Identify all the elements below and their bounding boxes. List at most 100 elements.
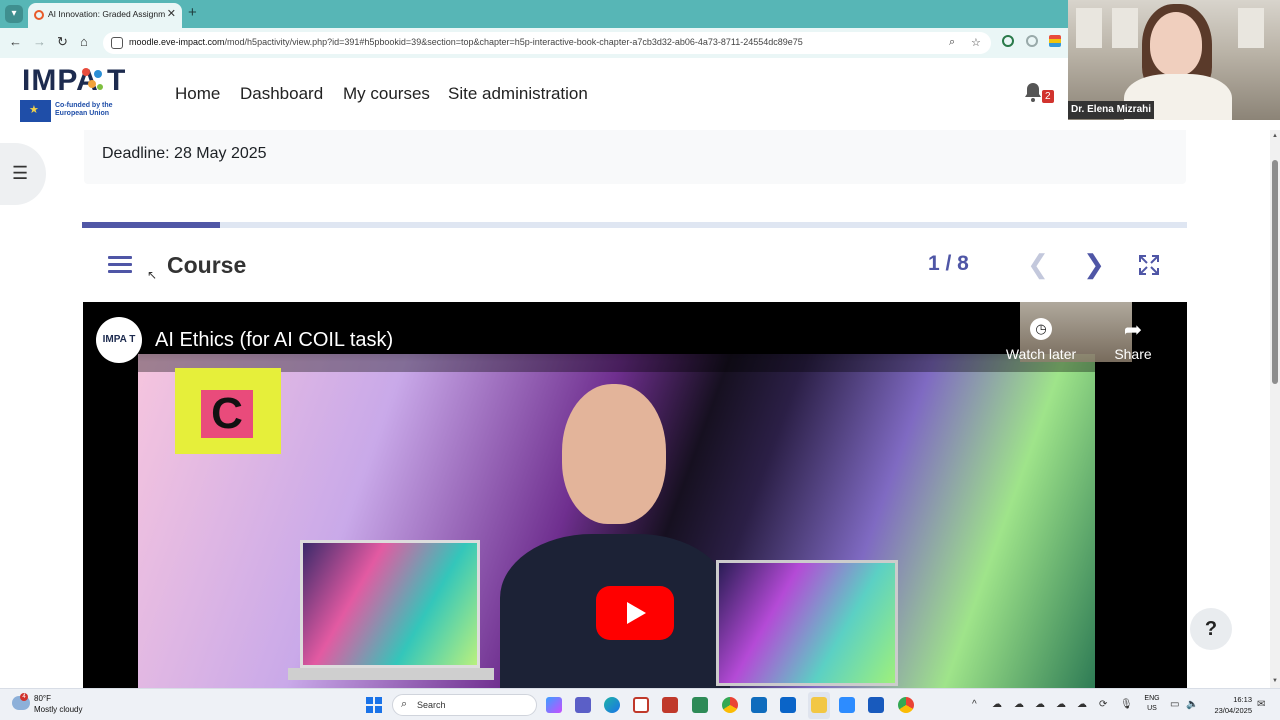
volume-icon[interactable]: 🔈 bbox=[1186, 699, 1198, 710]
input-language[interactable]: ENG US bbox=[1143, 694, 1161, 714]
mouse-cursor-icon: ↖ bbox=[147, 268, 158, 282]
bookmark-star-icon[interactable]: ☆ bbox=[971, 36, 981, 49]
extension-icon[interactable] bbox=[1002, 35, 1014, 47]
clock-icon: ◷ bbox=[1030, 318, 1052, 340]
office-icon[interactable] bbox=[662, 697, 678, 713]
youtube-embed[interactable]: C IMPA T AI Ethics (for AI COIL task) ◷ … bbox=[83, 302, 1187, 688]
show-hidden-icons-icon[interactable]: ^ bbox=[972, 699, 977, 710]
windows-start-icon[interactable] bbox=[366, 697, 382, 713]
scroll-up-icon[interactable]: ▲ bbox=[1272, 133, 1278, 139]
windows-taskbar: 4 80°F Mostly cloudy ⌕ Search ^ ☁ ☁ ☁ ☁ … bbox=[0, 688, 1280, 720]
search-label: Search bbox=[417, 700, 446, 710]
new-tab-icon[interactable]: + bbox=[188, 4, 197, 21]
notifications-icon[interactable]: ✉ bbox=[1257, 699, 1265, 710]
onedrive-icon[interactable]: ☁ bbox=[1035, 699, 1045, 710]
chrome-profile-icon[interactable] bbox=[898, 697, 914, 713]
background-window bbox=[1238, 8, 1264, 48]
webcam-video: Dr. Elena Mizrahi bbox=[1068, 0, 1280, 120]
watch-later-label: Watch later bbox=[1005, 346, 1077, 362]
teams-icon[interactable] bbox=[575, 697, 591, 713]
logo-molecule-icon bbox=[82, 68, 103, 90]
forward-icon[interactable]: → bbox=[33, 34, 46, 49]
help-button[interactable]: ? bbox=[1190, 608, 1232, 650]
thumbnail-tablet bbox=[716, 560, 898, 686]
fullscreen-icon[interactable] bbox=[1138, 254, 1160, 276]
book-menu-button[interactable] bbox=[108, 256, 132, 274]
share-label: Share bbox=[1114, 346, 1152, 362]
browser-tab-bar: ▾ AI Innovation: Graded Assignm ✕ + bbox=[0, 0, 1068, 28]
book-progress-fill bbox=[82, 222, 221, 228]
presenter-face bbox=[1150, 12, 1202, 76]
nav-home[interactable]: Home bbox=[175, 84, 220, 104]
notification-bell-icon[interactable] bbox=[1024, 82, 1042, 102]
extensions-menu-icon[interactable] bbox=[1049, 35, 1061, 47]
sync-icon[interactable]: ⟳ bbox=[1099, 699, 1107, 710]
todo-icon[interactable] bbox=[751, 697, 767, 713]
chrome-icon[interactable] bbox=[722, 697, 738, 713]
notification-count-badge: 2 bbox=[1042, 90, 1054, 103]
url-text: moodle.eve-impact.com/mod/h5pactivity/vi… bbox=[129, 37, 803, 47]
background-window bbox=[1076, 8, 1102, 48]
funding-text: Co-funded by the European Union bbox=[55, 102, 113, 117]
onedrive-icon[interactable]: ☁ bbox=[1077, 699, 1087, 710]
snipping-tool-icon[interactable] bbox=[633, 697, 649, 713]
scroll-down-icon[interactable]: ▼ bbox=[1272, 678, 1278, 684]
microphone-icon[interactable]: 🎙 bbox=[1120, 699, 1133, 710]
course-index-toggle[interactable]: ☰ bbox=[0, 143, 46, 205]
onedrive-icon[interactable]: ☁ bbox=[1014, 699, 1024, 710]
close-tab-icon[interactable]: ✕ bbox=[167, 7, 176, 20]
nav-my-courses[interactable]: My courses bbox=[343, 84, 430, 104]
background-window bbox=[1112, 8, 1138, 48]
weather-temperature[interactable]: 80°F bbox=[34, 694, 51, 703]
search-icon: ⌕ bbox=[401, 698, 408, 710]
reload-icon[interactable]: ↻ bbox=[57, 34, 68, 50]
system-clock[interactable]: 16:13 23/04/2025 bbox=[1208, 694, 1252, 716]
tab-search-button[interactable]: ▾ bbox=[5, 5, 23, 23]
page-scrollbar[interactable]: ▲ ▼ bbox=[1270, 130, 1280, 688]
watch-later-button[interactable]: ◷ Watch later bbox=[999, 318, 1083, 362]
onedrive-icon[interactable]: ☁ bbox=[1056, 699, 1066, 710]
zoom-icon[interactable]: ⌕ bbox=[949, 36, 955, 49]
previous-page-button[interactable]: ❮ bbox=[1018, 248, 1058, 282]
thumbnail-presenter bbox=[500, 384, 730, 688]
presenter-name-label: Dr. Elena Mizrahi bbox=[1068, 101, 1155, 119]
network-icon[interactable]: ▭ bbox=[1170, 699, 1179, 710]
zoom-app-icon[interactable] bbox=[839, 697, 855, 713]
moodle-favicon-icon bbox=[34, 10, 44, 20]
site-info-icon[interactable] bbox=[111, 37, 123, 49]
address-bar[interactable]: moodle.eve-impact.com/mod/h5pactivity/vi… bbox=[103, 32, 991, 54]
weather-condition[interactable]: Mostly cloudy bbox=[34, 705, 82, 714]
site-header: IMPA T Co-funded by the European Union H… bbox=[0, 58, 1068, 130]
scrollbar-thumb[interactable] bbox=[1272, 160, 1278, 384]
weather-alert-badge: 4 bbox=[20, 693, 28, 701]
book-title: Course bbox=[167, 252, 247, 278]
deadline-text: Deadline: 28 May 2025 bbox=[102, 145, 267, 162]
page-indicator: 1 / 8 bbox=[928, 252, 969, 275]
share-arrow-icon: ➦ bbox=[1123, 317, 1143, 342]
next-page-button[interactable]: ❯ bbox=[1074, 248, 1114, 282]
browser-toolbar: ← → ↻ ⌂ moodle.eve-impact.com/mod/h5pact… bbox=[0, 28, 1068, 58]
outlook-icon[interactable] bbox=[780, 697, 796, 713]
copilot-icon[interactable] bbox=[546, 697, 562, 713]
browser-tab[interactable]: AI Innovation: Graded Assignm ✕ bbox=[28, 3, 182, 28]
file-explorer-icon[interactable] bbox=[811, 697, 827, 713]
back-icon[interactable]: ← bbox=[9, 34, 22, 49]
share-button[interactable]: ➦ Share bbox=[1101, 317, 1165, 363]
tab-title: AI Innovation: Graded Assignm bbox=[48, 9, 166, 19]
impact-logo[interactable]: IMPA T bbox=[22, 64, 126, 98]
nav-dashboard[interactable]: Dashboard bbox=[240, 84, 323, 104]
thumbnail-laptop bbox=[300, 540, 480, 668]
xbox-icon[interactable] bbox=[692, 697, 708, 713]
eu-flag-icon bbox=[20, 100, 51, 122]
channel-avatar[interactable]: IMPA T bbox=[96, 317, 142, 363]
video-title[interactable]: AI Ethics (for AI COIL task) bbox=[155, 329, 393, 352]
edge-icon[interactable] bbox=[604, 697, 620, 713]
taskbar-search[interactable]: ⌕ Search bbox=[392, 694, 537, 716]
play-button[interactable] bbox=[596, 586, 674, 640]
nav-site-administration[interactable]: Site administration bbox=[448, 84, 588, 104]
thumbnail-laptop-base bbox=[288, 668, 494, 680]
home-icon[interactable]: ⌂ bbox=[80, 34, 88, 49]
extension-icon[interactable] bbox=[1026, 35, 1038, 47]
cloud-icon[interactable]: ☁ bbox=[992, 699, 1002, 710]
word-icon[interactable] bbox=[868, 697, 884, 713]
